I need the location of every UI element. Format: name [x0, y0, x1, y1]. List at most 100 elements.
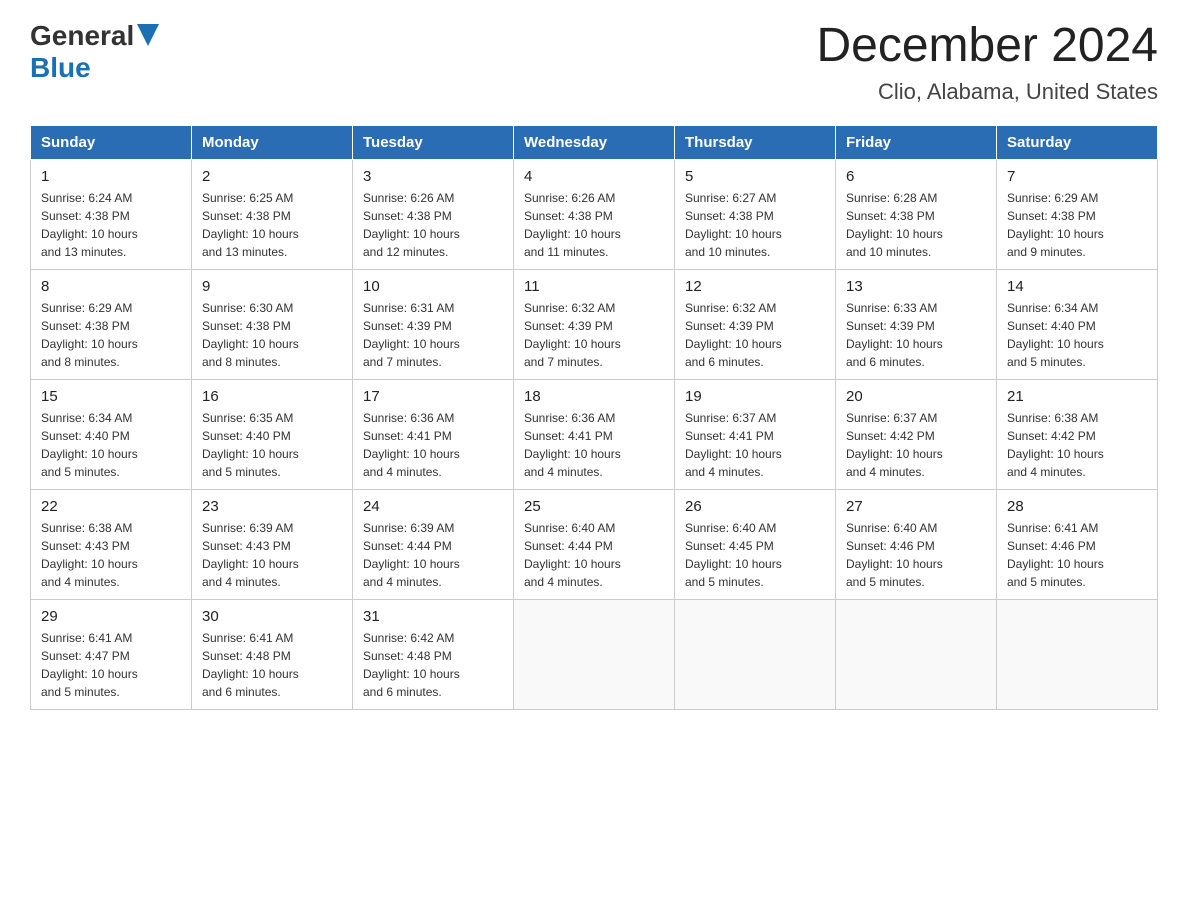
day-number: 16 — [202, 388, 342, 405]
calendar-cell: 4 Sunrise: 6:26 AMSunset: 4:38 PMDaylight… — [514, 159, 675, 269]
day-info: Sunrise: 6:40 AMSunset: 4:44 PMDaylight:… — [524, 519, 664, 591]
day-info: Sunrise: 6:27 AMSunset: 4:38 PMDaylight:… — [685, 189, 825, 261]
week-row-1: 1 Sunrise: 6:24 AMSunset: 4:38 PMDaylight… — [31, 159, 1158, 269]
day-info: Sunrise: 6:37 AMSunset: 4:42 PMDaylight:… — [846, 409, 986, 481]
calendar-cell: 24Sunrise: 6:39 AMSunset: 4:44 PMDayligh… — [353, 489, 514, 599]
weekday-header-sunday: Sunday — [31, 125, 192, 159]
week-row-3: 15 Sunrise: 6:34 AMSunset: 4:40 PMDayligh… — [31, 379, 1158, 489]
logo-blue-text: Blue — [30, 52, 91, 83]
day-number: 11 — [524, 278, 664, 295]
day-number: 14 — [1007, 278, 1147, 295]
day-info: Sunrise: 6:26 AMSunset: 4:38 PMDaylight:… — [524, 189, 664, 261]
calendar-cell: 6 Sunrise: 6:28 AMSunset: 4:38 PMDaylight… — [836, 159, 997, 269]
day-number: 22 — [41, 498, 181, 515]
day-number: 13 — [846, 278, 986, 295]
day-info: Sunrise: 6:30 AMSunset: 4:38 PMDaylight:… — [202, 299, 342, 371]
day-number: 20 — [846, 388, 986, 405]
calendar-cell: 10 Sunrise: 6:31 AMSunset: 4:39 PMDayligh… — [353, 269, 514, 379]
day-info: Sunrise: 6:40 AMSunset: 4:45 PMDaylight:… — [685, 519, 825, 591]
week-row-4: 22 Sunrise: 6:38 AMSunset: 4:43 PMDayligh… — [31, 489, 1158, 599]
calendar-cell: 21 Sunrise: 6:38 AMSunset: 4:42 PMDayligh… — [997, 379, 1158, 489]
day-number: 17 — [363, 388, 503, 405]
calendar-cell: 7 Sunrise: 6:29 AMSunset: 4:38 PMDaylight… — [997, 159, 1158, 269]
calendar-cell — [514, 599, 675, 709]
day-info: Sunrise: 6:35 AMSunset: 4:40 PMDaylight:… — [202, 409, 342, 481]
calendar-cell: 19Sunrise: 6:37 AMSunset: 4:41 PMDayligh… — [675, 379, 836, 489]
calendar-cell: 12 Sunrise: 6:32 AMSunset: 4:39 PMDayligh… — [675, 269, 836, 379]
weekday-header-saturday: Saturday — [997, 125, 1158, 159]
day-number: 5 — [685, 168, 825, 185]
calendar-cell: 9 Sunrise: 6:30 AMSunset: 4:38 PMDaylight… — [192, 269, 353, 379]
week-row-2: 8Sunrise: 6:29 AMSunset: 4:38 PMDaylight… — [31, 269, 1158, 379]
day-number: 18 — [524, 388, 664, 405]
day-number: 29 — [41, 608, 181, 625]
day-number: 25 — [524, 498, 664, 515]
calendar-cell: 31 Sunrise: 6:42 AMSunset: 4:48 PMDayligh… — [353, 599, 514, 709]
day-number: 30 — [202, 608, 342, 625]
day-number: 7 — [1007, 168, 1147, 185]
day-info: Sunrise: 6:34 AMSunset: 4:40 PMDaylight:… — [41, 409, 181, 481]
weekday-header-monday: Monday — [192, 125, 353, 159]
day-info: Sunrise: 6:41 AMSunset: 4:46 PMDaylight:… — [1007, 519, 1147, 591]
calendar-cell: 18 Sunrise: 6:36 AMSunset: 4:41 PMDayligh… — [514, 379, 675, 489]
day-info: Sunrise: 6:26 AMSunset: 4:38 PMDaylight:… — [363, 189, 503, 261]
calendar-cell — [836, 599, 997, 709]
day-info: Sunrise: 6:32 AMSunset: 4:39 PMDaylight:… — [524, 299, 664, 371]
calendar-cell — [997, 599, 1158, 709]
day-info: Sunrise: 6:31 AMSunset: 4:39 PMDaylight:… — [363, 299, 503, 371]
day-info: Sunrise: 6:39 AMSunset: 4:43 PMDaylight:… — [202, 519, 342, 591]
weekday-header-wednesday: Wednesday — [514, 125, 675, 159]
calendar-cell: 1 Sunrise: 6:24 AMSunset: 4:38 PMDaylight… — [31, 159, 192, 269]
day-number: 9 — [202, 278, 342, 295]
day-number: 27 — [846, 498, 986, 515]
day-info: Sunrise: 6:25 AMSunset: 4:38 PMDaylight:… — [202, 189, 342, 261]
day-number: 26 — [685, 498, 825, 515]
day-info: Sunrise: 6:33 AMSunset: 4:39 PMDaylight:… — [846, 299, 986, 371]
day-info: Sunrise: 6:29 AMSunset: 4:38 PMDaylight:… — [41, 299, 181, 371]
day-number: 15 — [41, 388, 181, 405]
day-info: Sunrise: 6:29 AMSunset: 4:38 PMDaylight:… — [1007, 189, 1147, 261]
calendar-cell: 17 Sunrise: 6:36 AMSunset: 4:41 PMDayligh… — [353, 379, 514, 489]
day-number: 12 — [685, 278, 825, 295]
day-number: 31 — [363, 608, 503, 625]
calendar-cell: 28 Sunrise: 6:41 AMSunset: 4:46 PMDayligh… — [997, 489, 1158, 599]
day-number: 4 — [524, 168, 664, 185]
weekday-header-row: SundayMondayTuesdayWednesdayThursdayFrid… — [31, 125, 1158, 159]
calendar-cell: 23Sunrise: 6:39 AMSunset: 4:43 PMDayligh… — [192, 489, 353, 599]
day-info: Sunrise: 6:41 AMSunset: 4:48 PMDaylight:… — [202, 629, 342, 701]
calendar-cell: 30 Sunrise: 6:41 AMSunset: 4:48 PMDayligh… — [192, 599, 353, 709]
day-number: 21 — [1007, 388, 1147, 405]
day-number: 1 — [41, 168, 181, 185]
day-info: Sunrise: 6:36 AMSunset: 4:41 PMDaylight:… — [524, 409, 664, 481]
day-number: 3 — [363, 168, 503, 185]
page-header: General Blue December 2024 Clio, Alabama… — [30, 20, 1158, 105]
day-info: Sunrise: 6:39 AMSunset: 4:44 PMDaylight:… — [363, 519, 503, 591]
day-number: 2 — [202, 168, 342, 185]
day-info: Sunrise: 6:36 AMSunset: 4:41 PMDaylight:… — [363, 409, 503, 481]
day-info: Sunrise: 6:38 AMSunset: 4:42 PMDaylight:… — [1007, 409, 1147, 481]
calendar-cell: 20 Sunrise: 6:37 AMSunset: 4:42 PMDayligh… — [836, 379, 997, 489]
day-info: Sunrise: 6:34 AMSunset: 4:40 PMDaylight:… — [1007, 299, 1147, 371]
day-number: 28 — [1007, 498, 1147, 515]
calendar-cell: 11 Sunrise: 6:32 AMSunset: 4:39 PMDayligh… — [514, 269, 675, 379]
calendar-table: SundayMondayTuesdayWednesdayThursdayFrid… — [30, 125, 1158, 710]
day-info: Sunrise: 6:42 AMSunset: 4:48 PMDaylight:… — [363, 629, 503, 701]
calendar-cell: 2 Sunrise: 6:25 AMSunset: 4:38 PMDaylight… — [192, 159, 353, 269]
day-info: Sunrise: 6:40 AMSunset: 4:46 PMDaylight:… — [846, 519, 986, 591]
day-info: Sunrise: 6:37 AMSunset: 4:41 PMDaylight:… — [685, 409, 825, 481]
calendar-cell: 29Sunrise: 6:41 AMSunset: 4:47 PMDayligh… — [31, 599, 192, 709]
calendar-cell: 8Sunrise: 6:29 AMSunset: 4:38 PMDaylight… — [31, 269, 192, 379]
day-number: 10 — [363, 278, 503, 295]
weekday-header-thursday: Thursday — [675, 125, 836, 159]
calendar-cell: 13 Sunrise: 6:33 AMSunset: 4:39 PMDayligh… — [836, 269, 997, 379]
title-area: December 2024 Clio, Alabama, United Stat… — [816, 20, 1158, 105]
calendar-cell: 27 Sunrise: 6:40 AMSunset: 4:46 PMDayligh… — [836, 489, 997, 599]
day-info: Sunrise: 6:38 AMSunset: 4:43 PMDaylight:… — [41, 519, 181, 591]
day-info: Sunrise: 6:32 AMSunset: 4:39 PMDaylight:… — [685, 299, 825, 371]
calendar-cell: 26 Sunrise: 6:40 AMSunset: 4:45 PMDayligh… — [675, 489, 836, 599]
day-number: 6 — [846, 168, 986, 185]
location-subtitle: Clio, Alabama, United States — [816, 79, 1158, 105]
calendar-cell: 15 Sunrise: 6:34 AMSunset: 4:40 PMDayligh… — [31, 379, 192, 489]
day-info: Sunrise: 6:24 AMSunset: 4:38 PMDaylight:… — [41, 189, 181, 261]
day-info: Sunrise: 6:28 AMSunset: 4:38 PMDaylight:… — [846, 189, 986, 261]
